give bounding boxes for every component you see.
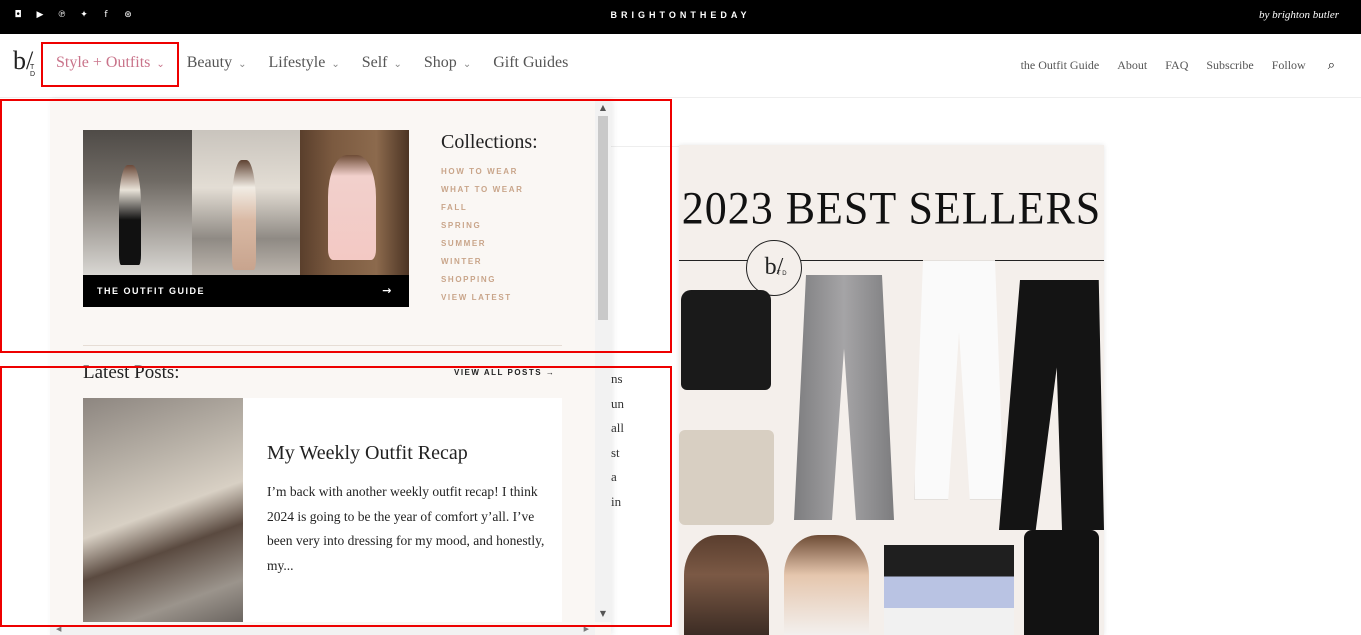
chevron-down-icon: ⌄ (462, 59, 472, 70)
link-faq[interactable]: FAQ (1165, 58, 1188, 73)
byline: by brighton butler (1258, 9, 1339, 21)
post-excerpt: I’m back with another weekly outfit reca… (267, 484, 545, 573)
secondary-menu: the Outfit Guide About FAQ Subscribe Fol… (1021, 58, 1335, 73)
banner-logo: b/T D (746, 240, 802, 296)
background-panel (611, 146, 679, 346)
outfit-guide-button[interactable]: THE OUTFIT GUIDE → (83, 275, 409, 307)
menu-item-lifestyle[interactable]: Lifestyle ⌄ (268, 54, 339, 72)
collections-list: HOW TO WEAR WHAT TO WEAR FALL SPRING SUM… (441, 166, 523, 310)
collection-link-view-latest[interactable]: VIEW LATEST (441, 292, 523, 310)
site-logo[interactable]: b/T D (13, 46, 41, 80)
post-thumbnail[interactable] (83, 398, 243, 622)
collection-link-summer[interactable]: SUMMER (441, 238, 523, 256)
best-sellers-banner[interactable]: 2023 BEST SELLERS b/T D (679, 145, 1104, 635)
menu-item-gift-guides[interactable]: Gift Guides (493, 54, 568, 72)
product-black-tote (681, 290, 771, 390)
chevron-down-icon: ⌄ (156, 59, 165, 70)
dropdown-vertical-scrollbar[interactable]: ▲ ▼ (595, 100, 611, 622)
collections-heading: Collections: (441, 131, 538, 153)
collection-link-spring[interactable]: SPRING (441, 220, 523, 238)
view-all-posts-link[interactable]: VIEW ALL POSTS → (454, 368, 555, 377)
collection-link-fall[interactable]: FALL (441, 202, 523, 220)
arrow-right-icon: → (382, 284, 393, 297)
banner-divider (679, 260, 1104, 261)
product-model-2 (784, 535, 869, 635)
outfit-photo-2 (191, 130, 301, 275)
outfit-photo-1 (83, 130, 192, 275)
outfit-photo-3 (300, 130, 410, 275)
product-black-flares (999, 280, 1104, 530)
collection-link-how-to-wear[interactable]: HOW TO WEAR (441, 166, 523, 184)
banner-title: 2023 BEST SELLERS (681, 182, 1102, 235)
product-white-jeans (914, 260, 1004, 500)
scrollbar-thumb[interactable] (598, 116, 608, 320)
outfit-guide-photos[interactable] (83, 130, 410, 275)
search-icon[interactable]: ⌕ (1328, 58, 1335, 73)
scroll-left-arrow-icon[interactable]: ◀ (56, 625, 61, 633)
main-nav: b/T D Style + Outfits ⌄ Beauty ⌄ Lifestyle… (0, 34, 1361, 98)
scroll-down-arrow-icon[interactable]: ▼ (598, 609, 608, 619)
scroll-up-arrow-icon[interactable]: ▲ (598, 103, 608, 113)
collection-link-winter[interactable]: WINTER (441, 256, 523, 274)
link-about[interactable]: About (1117, 58, 1147, 73)
product-black-boots (1024, 530, 1099, 635)
link-outfit-guide[interactable]: the Outfit Guide (1021, 58, 1100, 73)
product-gray-jeans (794, 275, 894, 520)
menu-item-self[interactable]: Self ⌄ (362, 54, 402, 72)
chevron-down-icon: ⌄ (331, 59, 340, 70)
product-knit-blanket (679, 430, 774, 525)
collection-link-what-to-wear[interactable]: WHAT TO WEAR (441, 184, 523, 202)
latest-posts-heading: Latest Posts: (83, 362, 180, 383)
menu-item-style-outfits[interactable]: Style + Outfits ⌄ (56, 54, 165, 72)
background-text: ns un all st a in (611, 371, 624, 509)
link-follow[interactable]: Follow (1272, 58, 1306, 73)
post-title[interactable]: My Weekly Outfit Recap (267, 442, 468, 465)
menu-item-shop[interactable]: Shop ⌄ (424, 54, 471, 72)
menu-item-beauty[interactable]: Beauty ⌄ (187, 54, 247, 72)
dropdown-horizontal-scrollbar[interactable]: ◀ ▶ (50, 625, 595, 635)
section-divider (83, 345, 562, 346)
primary-menu: Style + Outfits ⌄ Beauty ⌄ Lifestyle ⌄ Self… (56, 54, 590, 72)
chevron-down-icon: ⌄ (238, 59, 247, 70)
chevron-down-icon: ⌄ (393, 59, 402, 70)
product-tees-stack (884, 545, 1014, 635)
collection-link-shopping[interactable]: SHOPPING (441, 274, 523, 292)
top-bar: ◘ ▶ ℗ ✦ f ⊛ BRIGHTONTHEDAY by brighton b… (0, 0, 1361, 34)
site-brand[interactable]: BRIGHTONTHEDAY (0, 10, 1361, 20)
link-subscribe[interactable]: Subscribe (1206, 58, 1253, 73)
product-model-1 (684, 535, 769, 635)
latest-post-card[interactable]: My Weekly Outfit Recap I’m back with ano… (83, 398, 562, 622)
scroll-right-arrow-icon[interactable]: ▶ (584, 625, 589, 633)
